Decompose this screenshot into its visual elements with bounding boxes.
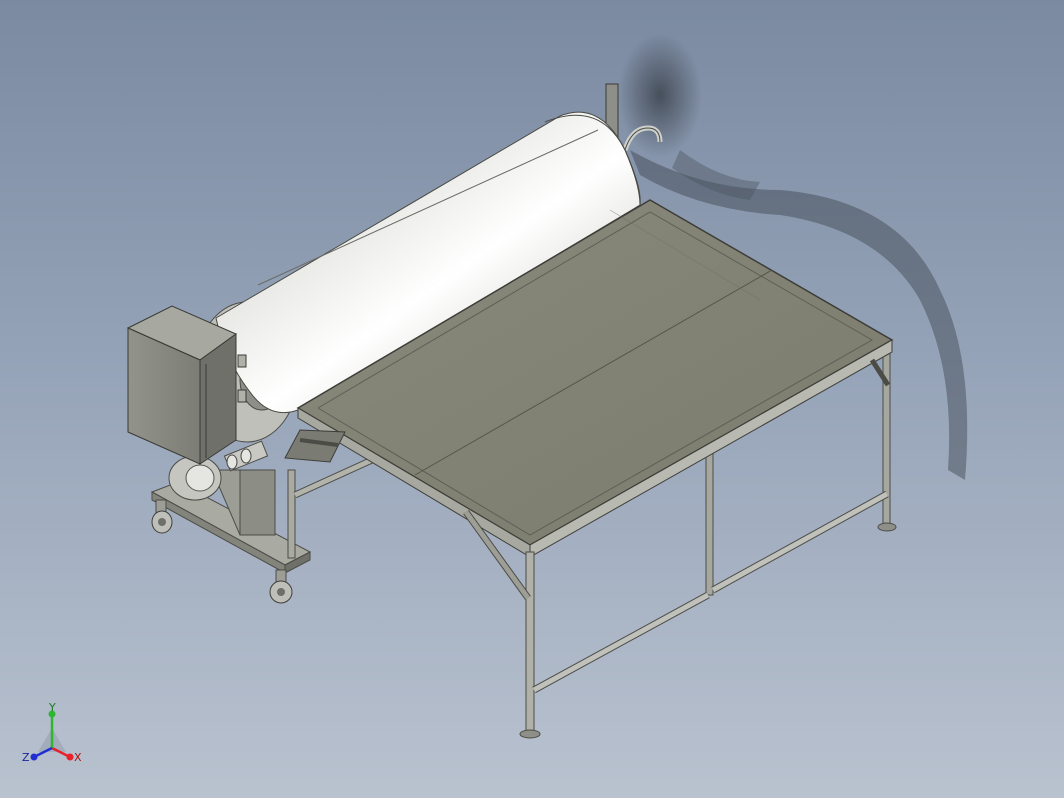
shaft-coupling [223, 440, 269, 472]
control-box[interactable] [126, 217, 247, 465]
z-axis-label: Z [22, 751, 30, 764]
x-axis-label: X [74, 751, 82, 764]
drum-bracket [284, 429, 346, 463]
x-axis-tip [66, 753, 74, 761]
z-axis-tip [30, 753, 38, 761]
cad-viewport[interactable]: X Y Z [0, 0, 1064, 798]
drive-pulley [168, 455, 222, 501]
caster-right[interactable] [269, 569, 293, 604]
model-view[interactable] [0, 0, 1064, 798]
y-axis-label: Y [48, 701, 56, 714]
orientation-triad: X Y Z [22, 701, 82, 764]
